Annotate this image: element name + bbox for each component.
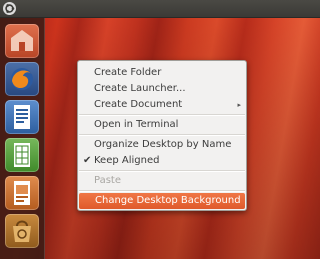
menu-item-open-terminal[interactable]: Open in Terminal [78, 117, 246, 133]
menu-item-create-folder[interactable]: Create Folder [78, 65, 246, 81]
menu-item-label: Open in Terminal [94, 119, 179, 130]
firefox-icon[interactable] [5, 62, 39, 96]
ubuntu-logo-icon[interactable] [3, 2, 16, 15]
menu-item-label: Keep Aligned [94, 155, 160, 166]
submenu-arrow-icon: ▸ [237, 101, 241, 109]
menu-separator [79, 134, 245, 136]
menu-item-label: Change Desktop Background [95, 195, 241, 206]
impress-icon[interactable] [5, 176, 39, 210]
menu-item-keep-aligned[interactable]: ✔ Keep Aligned [78, 153, 246, 169]
calc-icon[interactable] [5, 138, 39, 172]
menu-item-label: Create Launcher... [94, 83, 186, 94]
check-icon: ✔ [83, 155, 92, 166]
menu-item-label: Create Document [94, 99, 183, 110]
home-folder-icon[interactable] [5, 24, 39, 58]
software-center-icon[interactable] [5, 214, 39, 248]
menu-item-change-desktop-background[interactable]: Change Desktop Background [79, 193, 245, 209]
launcher [0, 18, 45, 259]
top-panel [0, 0, 320, 18]
menu-item-paste: Paste [78, 173, 246, 189]
menu-item-organize-desktop[interactable]: Organize Desktop by Name [78, 137, 246, 153]
desktop-context-menu: Create Folder Create Launcher... Create … [77, 60, 247, 211]
menu-item-label: Organize Desktop by Name [94, 139, 232, 150]
menu-item-create-document[interactable]: Create Document ▸ [78, 97, 246, 113]
menu-separator [79, 170, 245, 172]
menu-separator [79, 114, 245, 116]
writer-icon[interactable] [5, 100, 39, 134]
menu-item-create-launcher[interactable]: Create Launcher... [78, 81, 246, 97]
menu-item-label: Create Folder [94, 67, 162, 78]
menu-item-label: Paste [94, 175, 121, 186]
menu-separator [79, 190, 245, 192]
